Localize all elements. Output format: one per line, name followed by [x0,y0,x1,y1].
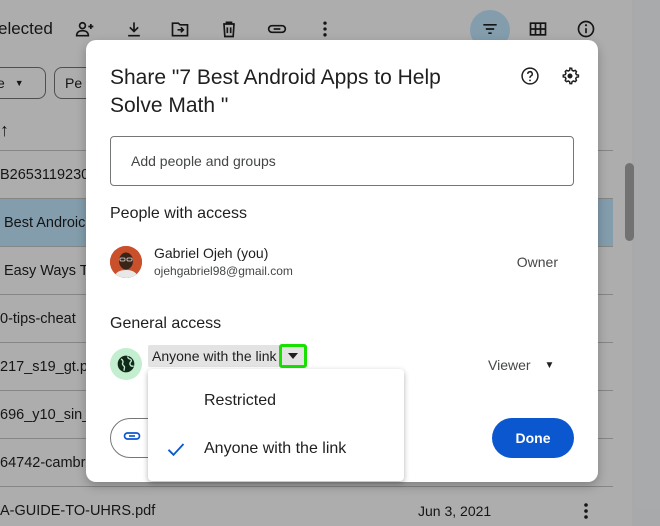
general-access-dropdown[interactable]: Anyone with the link [148,344,307,368]
chevron-down-icon[interactable] [278,344,307,368]
help-icon[interactable] [518,64,542,88]
gear-icon[interactable] [558,64,582,88]
menu-item-label: Anyone with the link [204,440,347,457]
person-name: Gabriel Ojeh (you) [154,245,269,261]
link-icon [123,427,141,450]
person-role: Owner [516,254,558,270]
menu-item-restricted[interactable]: Restricted [148,377,404,425]
menu-item-label: Restricted [204,392,277,409]
globe-icon [110,348,142,380]
general-access-menu: Restricted Anyone with the link [148,369,404,481]
add-people-placeholder: Add people and groups [131,153,276,169]
role-value: Viewer [488,357,531,373]
person-row: Gabriel Ojeh (you) ojehgabriel98@gmail.c… [110,244,574,280]
check-icon [166,439,186,459]
people-with-access-heading: People with access [110,205,247,222]
add-people-input[interactable]: Add people and groups [110,136,574,186]
role-dropdown[interactable]: Viewer ▼ [488,357,554,373]
chevron-down-icon: ▼ [544,359,555,371]
dialog-title: Share "7 Best Android Apps to Help Solve… [110,66,441,117]
done-button[interactable]: Done [492,418,574,458]
avatar [110,246,142,278]
general-access-heading: General access [110,315,222,332]
menu-item-anyone-with-link[interactable]: Anyone with the link [148,425,404,473]
person-email: ojehgabriel98@gmail.com [154,264,293,278]
general-access-value: Anyone with the link [152,348,277,364]
